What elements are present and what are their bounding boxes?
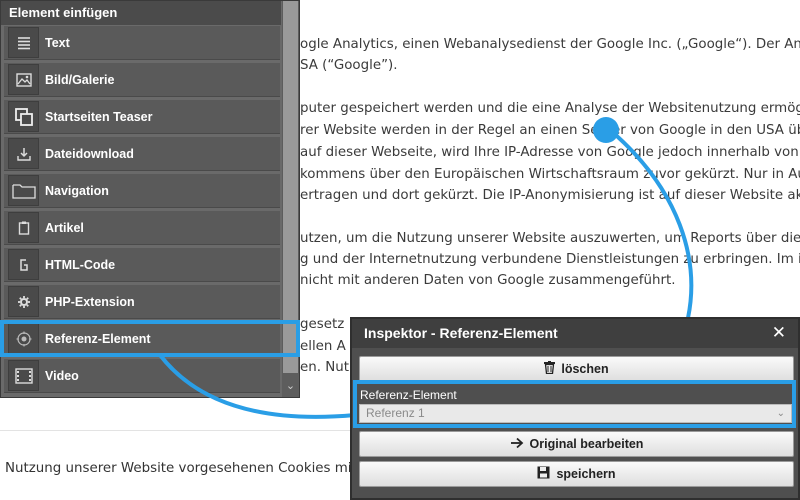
- insert-item-text[interactable]: Text: [4, 26, 280, 60]
- article-line: gesetz: [300, 317, 345, 332]
- article-line: nicht mit anderen Daten von Google zusam…: [300, 273, 676, 288]
- highlight-reference-field: [353, 380, 796, 428]
- close-icon[interactable]: ✕: [772, 319, 786, 348]
- insert-item-label: Video: [45, 368, 79, 383]
- article-line: auf dieser Webseite, wird Ihre IP-Adress…: [300, 145, 800, 160]
- insert-item-label: HTML-Code: [45, 257, 116, 272]
- scrollbar-thumb[interactable]: [283, 1, 298, 373]
- image-icon: [8, 64, 39, 95]
- article-line: rer Website werden in der Regel an einen…: [300, 123, 800, 138]
- insert-item-label: PHP-Extension: [45, 294, 135, 309]
- article-line: ellen A: [300, 339, 346, 354]
- insert-item-label: Text: [45, 35, 70, 50]
- delete-button-label: löschen: [561, 362, 609, 376]
- article-line: ogle Analytics, einen Webanalysedienst d…: [300, 37, 800, 52]
- insert-item-download[interactable]: Dateidownload: [4, 137, 280, 171]
- chevron-down-icon[interactable]: ⌄: [283, 377, 298, 395]
- insert-item-label: Navigation: [45, 183, 109, 198]
- gear-icon: [8, 286, 39, 317]
- insert-item-video[interactable]: Video: [4, 359, 280, 393]
- download-icon: [8, 138, 39, 169]
- article-line: ertragen und dort gekürzt. Die IP-Anonym…: [300, 188, 800, 203]
- delete-button[interactable]: löschen: [359, 356, 794, 382]
- insert-item-article[interactable]: Artikel: [4, 211, 280, 245]
- arrow-right-icon: [510, 437, 524, 452]
- save-button-label: speichern: [556, 467, 616, 481]
- insert-item-teaser[interactable]: Startseiten Teaser: [4, 100, 280, 134]
- text-lines-icon: [8, 27, 39, 58]
- highlight-reference-item: [0, 320, 300, 357]
- film-icon: [8, 360, 39, 391]
- article-line: utzen, um die Nutzung unserer Website au…: [300, 231, 800, 246]
- article-line: kommens über den Europäischen Wirtschaft…: [300, 167, 800, 182]
- save-button[interactable]: speichern: [359, 461, 794, 487]
- insert-item-label: Startseiten Teaser: [45, 109, 153, 124]
- folder-icon: [8, 175, 39, 206]
- insert-item-label: Bild/Galerie: [45, 72, 115, 87]
- article-line: puter gespeichert werden und die eine An…: [300, 101, 800, 116]
- inspector-title: Inspektor - Referenz-Element: [352, 319, 798, 348]
- trash-icon: [544, 361, 556, 377]
- insert-item-php[interactable]: PHP-Extension: [4, 285, 280, 319]
- insert-item-image[interactable]: Bild/Galerie: [4, 63, 280, 97]
- panel-title: Element einfügen: [1, 1, 281, 25]
- article-line: g und der Internetnutzung verbundene Die…: [300, 252, 800, 267]
- article-line: SA (“Google”).: [300, 58, 398, 73]
- edit-original-label: Original bearbeiten: [529, 437, 644, 451]
- insert-item-label: Artikel: [45, 220, 84, 235]
- floppy-disk-icon: [537, 466, 550, 482]
- article-icon: [8, 212, 39, 243]
- article-line: Nutzung unserer Website vorgesehenen Coo…: [5, 461, 352, 476]
- article-line: en. Nut: [300, 360, 349, 375]
- edit-original-button[interactable]: Original bearbeiten: [359, 431, 794, 457]
- insert-item-label: Dateidownload: [45, 146, 134, 161]
- teaser-icon: [8, 101, 39, 132]
- insert-item-navigation[interactable]: Navigation: [4, 174, 280, 208]
- insert-item-html[interactable]: HTML-Code: [4, 248, 280, 282]
- code-icon: [8, 249, 39, 280]
